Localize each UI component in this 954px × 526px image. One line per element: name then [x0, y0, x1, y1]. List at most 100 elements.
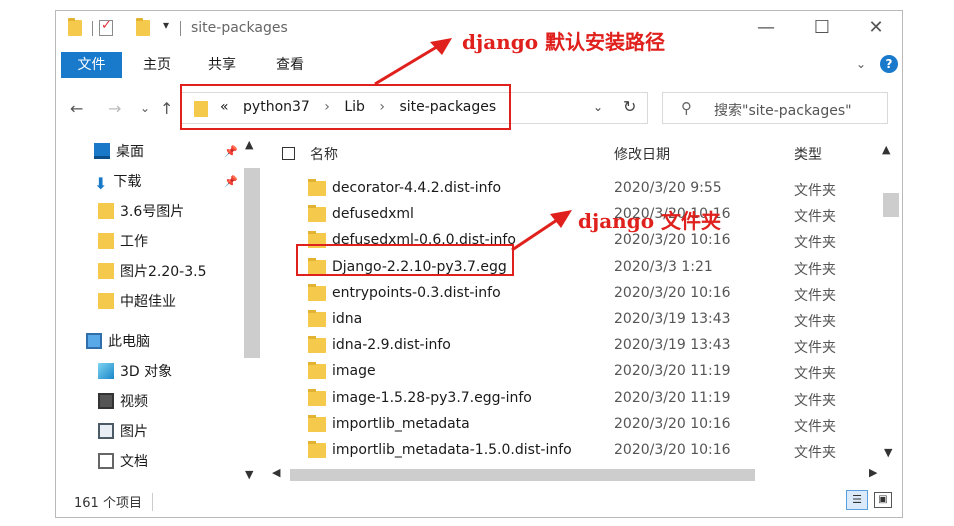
column-headers: 名称 修改日期 类型 [268, 136, 888, 170]
table-row[interactable]: idna-2.9.dist-info 2020/3/19 13:43 文件夹 [268, 333, 888, 359]
computer-icon [86, 333, 102, 349]
file-name: image [332, 363, 376, 380]
sidebar-item-videos[interactable]: 视频 [98, 388, 148, 416]
sidebar-item-label: 中超佳业 [120, 294, 176, 310]
file-name: idna-2.9.dist-info [332, 337, 451, 354]
select-all-checkbox[interactable] [282, 147, 295, 160]
recent-locations-icon[interactable]: ⌄ [140, 101, 150, 115]
file-type: 文件夹 [794, 392, 836, 409]
scroll-down-icon[interactable]: ▼ [884, 446, 892, 459]
pin-icon: 📌 [224, 145, 238, 158]
table-row[interactable]: decorator-4.4.2.dist-info 2020/3/20 9:55 文… [268, 176, 888, 202]
navpane-scrollbar-thumb[interactable] [244, 168, 260, 358]
table-row[interactable]: importlib_metadata-1.5.0.dist-info 2020/3… [268, 438, 888, 464]
sidebar-item-work[interactable]: 工作 [98, 228, 148, 256]
folder-icon [308, 388, 326, 406]
file-name: Django-2.2.10-py3.7.egg [332, 258, 507, 275]
file-date-modified: 2020/3/20 10:16 [614, 232, 731, 249]
breadcrumb-overflow[interactable]: « [220, 99, 229, 115]
details-view-icon[interactable]: ☰ [846, 490, 868, 510]
divider [92, 21, 93, 36]
file-type: 文件夹 [794, 261, 836, 278]
maximize-button[interactable]: ☐ [808, 15, 836, 41]
breadcrumb-site-packages[interactable]: site-packages [399, 99, 496, 115]
file-name: importlib_metadata-1.5.0.dist-info [332, 442, 572, 458]
file-date-modified: 2020/3/20 10:16 [614, 442, 731, 458]
search-box[interactable]: ⚲ 搜索"site-packages" [662, 92, 888, 124]
folder-icon [308, 441, 326, 458]
sidebar-item-pictures[interactable]: 图片 [98, 418, 148, 446]
sidebar-item-label: 文档 [120, 454, 148, 470]
file-name: importlib_metadata [332, 415, 470, 432]
table-row[interactable]: importlib_metadata 2020/3/20 10:16 文件夹 [268, 412, 888, 438]
breadcrumb-python37[interactable]: python37 [243, 99, 310, 115]
address-dropdown-icon[interactable]: ⌄ [593, 100, 603, 114]
help-icon[interactable]: ? [880, 55, 898, 73]
quick-access-dropdown-icon[interactable]: ▾ [163, 18, 169, 32]
horizontal-scrollbar-thumb[interactable] [290, 469, 755, 481]
forward-button[interactable]: → [108, 99, 121, 118]
scroll-right-icon[interactable]: ▶ [869, 466, 877, 479]
folder-icon [98, 263, 114, 279]
scroll-down-icon[interactable]: ▼ [245, 468, 253, 481]
up-button[interactable]: ↑ [160, 99, 173, 118]
sidebar-item-label: 桌面 [116, 144, 144, 160]
sidebar-item-3d-objects[interactable]: 3D 对象 [98, 358, 172, 386]
file-type: 文件夹 [794, 183, 836, 199]
close-button[interactable]: ✕ [862, 15, 890, 41]
table-row[interactable]: Django-2.2.10-py3.7.egg 2020/3/3 1:21 文件夹 [268, 255, 888, 281]
sidebar-item-label: 此电脑 [108, 334, 150, 350]
back-button[interactable]: ← [70, 99, 83, 118]
folder-icon [98, 293, 114, 309]
documents-icon [98, 453, 114, 469]
sidebar-item-pictures-2-20[interactable]: 图片2.20-3.5 [98, 258, 207, 286]
file-date-modified: 2020/3/20 9:55 [614, 180, 722, 196]
sidebar-item-label: 3.6号图片 [120, 204, 185, 220]
folder-icon [308, 231, 326, 249]
breadcrumb-lib[interactable]: Lib [344, 99, 365, 115]
table-row[interactable]: entrypoints-0.3.dist-info 2020/3/20 10:16… [268, 281, 888, 307]
file-name: decorator-4.4.2.dist-info [332, 180, 502, 196]
sidebar-item-3-6-pictures[interactable]: 3.6号图片 [98, 198, 184, 226]
scroll-up-icon[interactable]: ▲ [882, 143, 890, 156]
file-date-modified: 2020/3/20 10:16 [614, 415, 731, 432]
desktop-icon [94, 143, 110, 159]
filelist-scrollbar-thumb[interactable] [883, 193, 899, 217]
tab-file[interactable]: 文件 [61, 52, 122, 78]
table-row[interactable]: image-1.5.28-py3.7.egg-info 2020/3/20 11:… [268, 386, 888, 412]
install-path-annotation: django 默认安装路径 [462, 30, 666, 54]
file-type: 文件夹 [794, 445, 836, 461]
file-name: entrypoints-0.3.dist-info [332, 284, 501, 301]
folder-icon [308, 414, 326, 432]
horizontal-scrollbar[interactable]: ◀ ▶ [268, 466, 880, 484]
expand-ribbon-icon[interactable]: ⌄ [856, 57, 866, 71]
scroll-left-icon[interactable]: ◀ [272, 466, 280, 479]
table-row[interactable]: idna 2020/3/19 13:43 文件夹 [268, 307, 888, 333]
address-bar[interactable]: « python37 › Lib › site-packages ⌄ ↻ [181, 92, 648, 124]
tab-home[interactable]: 主页 [143, 52, 171, 78]
sidebar-item-zhongchao[interactable]: 中超佳业 [98, 288, 176, 316]
sidebar-item-this-pc[interactable]: 此电脑 [86, 328, 150, 356]
file-type: 文件夹 [794, 366, 836, 383]
large-icons-view-icon[interactable]: ▣ [874, 492, 892, 508]
table-row[interactable]: image 2020/3/20 11:19 文件夹 [268, 359, 888, 385]
new-folder-icon[interactable] [136, 18, 150, 36]
sidebar-item-documents[interactable]: 文档 [98, 448, 148, 476]
properties-icon[interactable] [99, 18, 113, 36]
tab-share[interactable]: 共享 [208, 52, 236, 78]
sidebar-item-desktop[interactable]: 桌面 [94, 138, 144, 166]
file-name: idna [332, 311, 363, 327]
folder-icon [68, 18, 82, 36]
3d-objects-icon [98, 363, 114, 379]
sidebar-item-label: 下载 [113, 174, 142, 190]
file-date-modified: 2020/3/19 13:43 [614, 337, 731, 354]
column-type[interactable]: 类型 [794, 144, 822, 164]
column-date-modified[interactable]: 修改日期 [614, 144, 670, 164]
scroll-up-icon[interactable]: ▲ [245, 138, 253, 151]
tab-view[interactable]: 查看 [276, 52, 304, 78]
search-input[interactable]: 搜索"site-packages" [714, 100, 852, 120]
minimize-button[interactable]: — [752, 15, 780, 41]
column-name[interactable]: 名称 [310, 144, 338, 164]
sidebar-item-downloads[interactable]: ⬇ 下载 [94, 168, 141, 196]
refresh-icon[interactable]: ↻ [623, 97, 636, 116]
